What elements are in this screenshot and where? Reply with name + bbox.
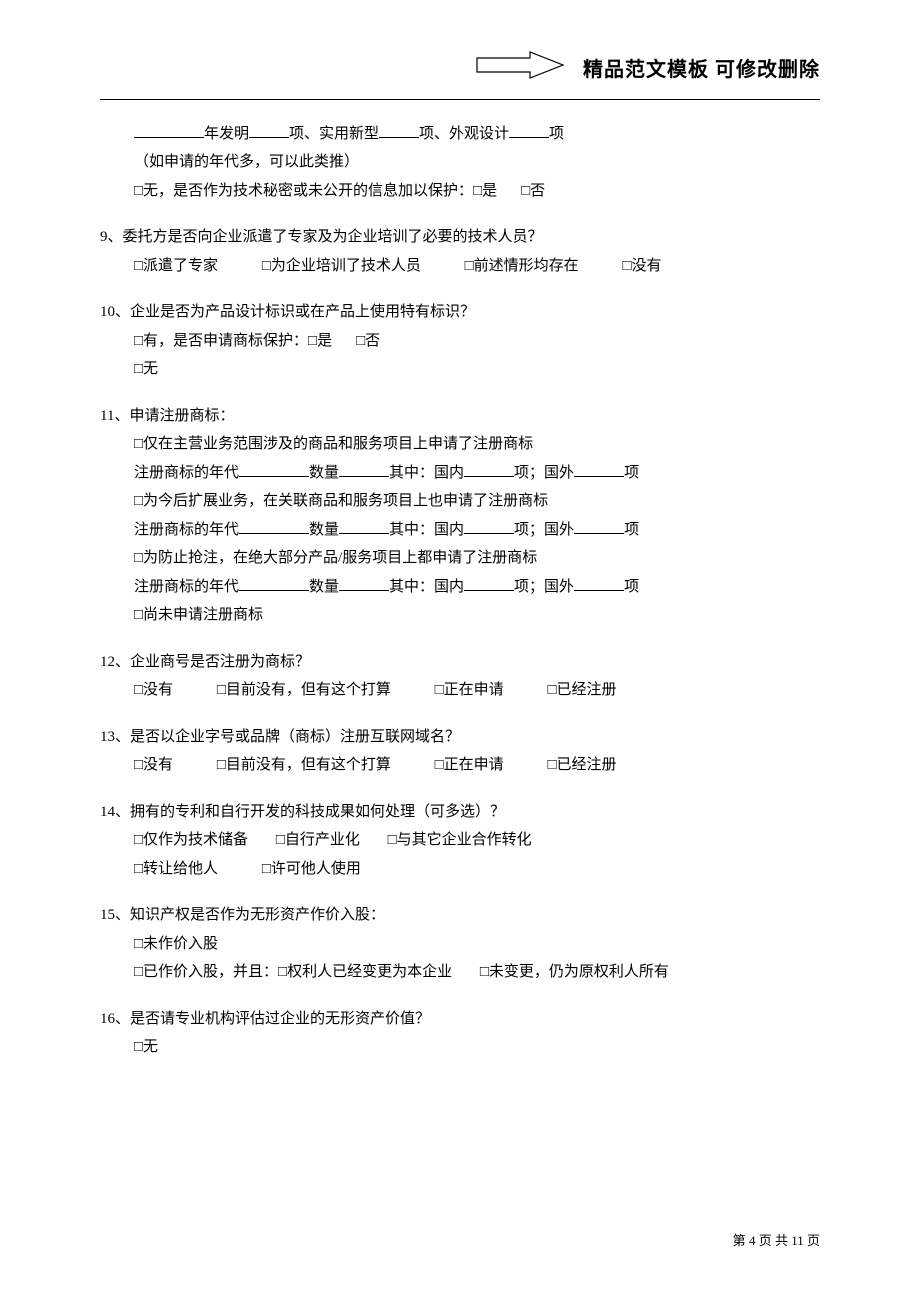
q13-opt-plan[interactable]: □目前没有，但有这个打算 [217,757,391,773]
blank-year[interactable] [134,122,204,137]
q13-opt-no[interactable]: □没有 [134,757,173,773]
question-12: 12、企业商号是否注册为商标？ □没有 □目前没有，但有这个打算 □正在申请 □… [100,648,820,705]
q9-opt-both[interactable]: □前述情形均存在 [465,258,579,274]
q14-opt-transfer[interactable]: □转让给他人 [134,861,218,877]
q13-opt-applying[interactable]: □正在申请 [435,757,504,773]
top-line-3: □无，是否作为技术秘密或未公开的信息加以保护：□是□否 [134,177,820,206]
q13-opt-registered[interactable]: □已经注册 [547,757,616,773]
blank-tm-qty-1[interactable] [339,461,389,476]
q11-title: 11、申请注册商标： [100,402,820,431]
q10-opt-no-sub[interactable]: □否 [356,333,380,349]
q14-title: 14、拥有的专利和自行开发的科技成果如何处理（可多选）？ [100,798,820,827]
q12-opt-applying[interactable]: □正在申请 [435,682,504,698]
q14-opt-self[interactable]: □自行产业化 [276,832,360,848]
document-body: 年发明项、实用新型项、外观设计项 （如申请的年代多，可以此类推） □无，是否作为… [100,120,820,1062]
q11-opt-related[interactable]: □为今后扩展业务，在关联商品和服务项目上也申请了注册商标 [134,487,820,516]
blank-tm-dom-2[interactable] [464,518,514,533]
arrow-icon [475,50,565,91]
q11-reg-line-1: 注册商标的年代数量其中：国内项；国外项 [134,459,820,488]
q13-title: 13、是否以企业字号或品牌（商标）注册互联网域名？ [100,723,820,752]
blank-tm-year-2[interactable] [239,518,309,533]
q11-opt-defensive[interactable]: □为防止抢注，在绝大部分产品/服务项目上都申请了注册商标 [134,544,820,573]
blank-tm-for-1[interactable] [574,461,624,476]
q15-title: 15、知识产权是否作为无形资产作价入股： [100,901,820,930]
q9-opt-none[interactable]: □没有 [622,258,661,274]
q14-opt-coop[interactable]: □与其它企业合作转化 [388,832,532,848]
page-footer: 第 4 页 共 11 页 [733,1229,820,1254]
q12-opt-no[interactable]: □没有 [134,682,173,698]
blank-design[interactable] [509,122,549,137]
q11-reg-line-3: 注册商标的年代数量其中：国内项；国外项 [134,573,820,602]
blank-tm-year-3[interactable] [239,575,309,590]
q10-title: 10、企业是否为产品设计标识或在产品上使用特有标识？ [100,298,820,327]
q9-title: 9、委托方是否向企业派遣了专家及为企业培训了必要的技术人员？ [100,223,820,252]
blank-tm-dom-1[interactable] [464,461,514,476]
q11-reg-line-2: 注册商标的年代数量其中：国内项；国外项 [134,516,820,545]
blank-tm-year-1[interactable] [239,461,309,476]
q11-opt-none[interactable]: □尚未申请注册商标 [134,601,820,630]
q12-opt-plan[interactable]: □目前没有，但有这个打算 [217,682,391,698]
q12-title: 12、企业商号是否注册为商标？ [100,648,820,677]
q12-opt-registered[interactable]: □已经注册 [547,682,616,698]
q10-opt-yes[interactable]: □有，是否申请商标保护：□是 [134,333,332,349]
q11-opt-main[interactable]: □仅在主营业务范围涉及的商品和服务项目上申请了注册商标 [134,430,820,459]
blank-utility[interactable] [379,122,419,137]
question-15: 15、知识产权是否作为无形资产作价入股： □未作价入股 □已作价入股，并且：□权… [100,901,820,987]
q16-opt-none[interactable]: □无 [134,1039,158,1055]
q15-opt-done[interactable]: □已作价入股，并且：□权利人已经变更为本企业 [134,964,452,980]
page-header: 精品范文模板 可修改删除 [100,50,820,100]
q16-title: 16、是否请专业机构评估过企业的无形资产价值？ [100,1005,820,1034]
top-line-2: （如申请的年代多，可以此类推） [134,148,820,177]
question-13: 13、是否以企业字号或品牌（商标）注册互联网域名？ □没有 □目前没有，但有这个… [100,723,820,780]
blank-tm-for-2[interactable] [574,518,624,533]
question-9: 9、委托方是否向企业派遣了专家及为企业培训了必要的技术人员？ □派遣了专家 □为… [100,223,820,280]
q9-opt-expert[interactable]: □派遣了专家 [134,258,218,274]
question-16: 16、是否请专业机构评估过企业的无形资产价值？ □无 [100,1005,820,1062]
q14-opt-reserve[interactable]: □仅作为技术储备 [134,832,248,848]
question-10: 10、企业是否为产品设计标识或在产品上使用特有标识？ □有，是否申请商标保护：□… [100,298,820,384]
q9-opt-training[interactable]: □为企业培训了技术人员 [262,258,421,274]
q15-opt-unchanged[interactable]: □未变更，仍为原权利人所有 [480,964,669,980]
blank-tm-for-3[interactable] [574,575,624,590]
question-14: 14、拥有的专利和自行开发的科技成果如何处理（可多选）？ □仅作为技术储备 □自… [100,798,820,884]
blank-tm-dom-3[interactable] [464,575,514,590]
top-line-1: 年发明项、实用新型项、外观设计项 [134,120,820,149]
header-title: 精品范文模板 可修改删除 [583,51,820,89]
q10-opt-none[interactable]: □无 [134,361,158,377]
page-total: 11 [791,1233,804,1248]
q14-opt-license[interactable]: □许可他人使用 [262,861,361,877]
question-11: 11、申请注册商标： □仅在主营业务范围涉及的商品和服务项目上申请了注册商标 注… [100,402,820,630]
blank-tm-qty-2[interactable] [339,518,389,533]
blank-tm-qty-3[interactable] [339,575,389,590]
q15-opt-not[interactable]: □未作价入股 [134,930,820,959]
blank-invention[interactable] [249,122,289,137]
